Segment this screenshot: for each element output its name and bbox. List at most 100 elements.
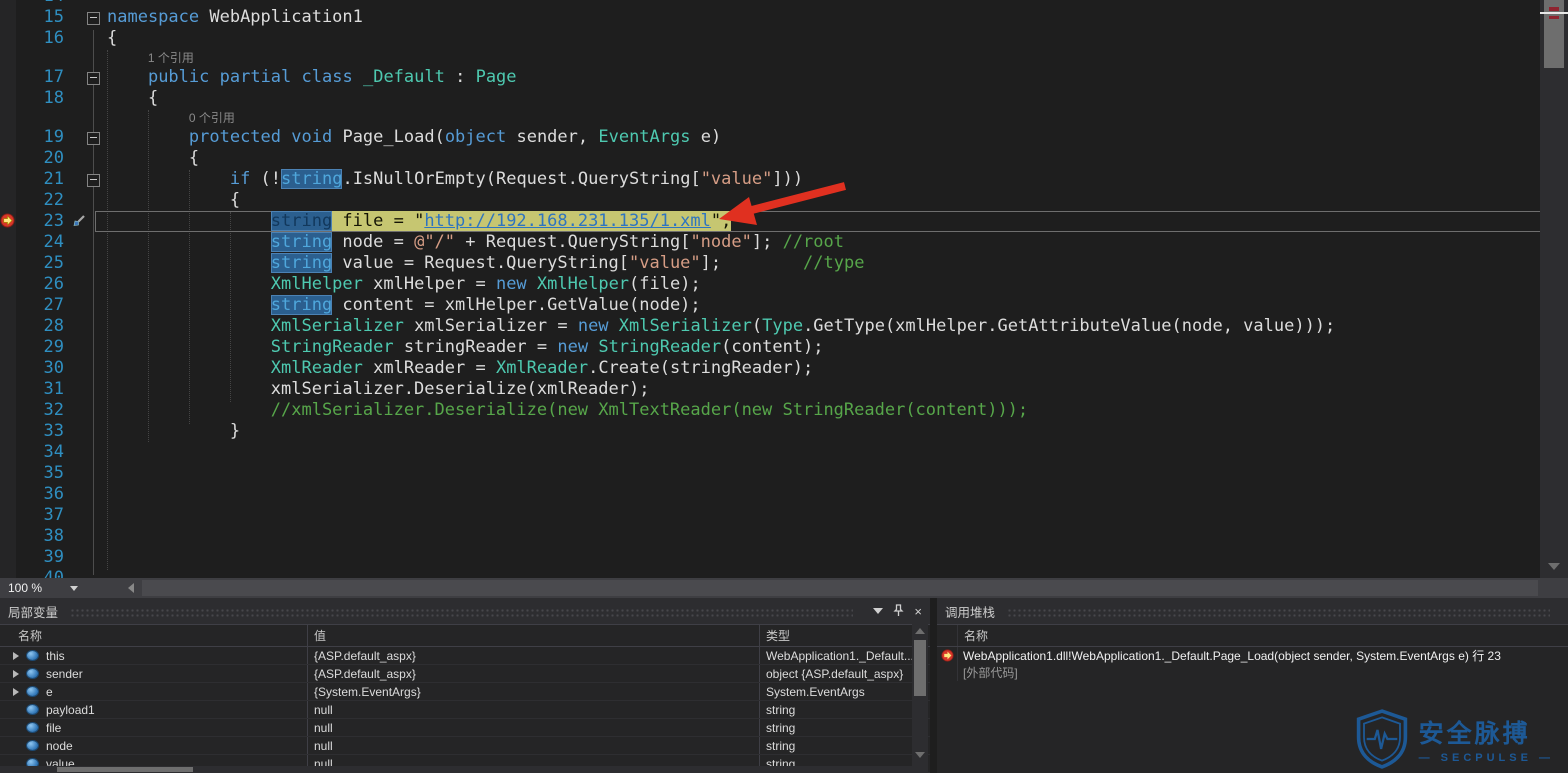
code-text: XmlHelper xmlHelper = new XmlHelper(file… — [107, 274, 701, 295]
zoom-dropdown[interactable]: 100 % — [0, 578, 118, 598]
frame-glyph-column — [937, 664, 958, 681]
callstack-panel: 调用堆栈 名称 WebApplication1.dll!WebApplicati… — [937, 598, 1568, 773]
variable-value[interactable]: null — [308, 701, 760, 718]
code-line[interactable]: 39 — [0, 547, 1540, 568]
column-header-name[interactable]: 名称 — [958, 627, 988, 644]
scrollbar-thumb[interactable] — [914, 640, 926, 696]
variable-value[interactable]: {System.EventArgs} — [308, 683, 760, 700]
line-number: 26 — [0, 274, 64, 295]
expand-icon[interactable] — [13, 670, 19, 678]
code-line[interactable]: 18 { — [0, 88, 1540, 109]
variable-row[interactable]: filenullstring — [0, 719, 930, 737]
stack-frame-row[interactable]: [外部代码] — [937, 664, 1568, 681]
code-text: string node = @"/" + Request.QueryString… — [107, 232, 844, 253]
variable-name-cell: e — [0, 683, 308, 700]
code-line[interactable]: 30 XmlReader xmlReader = XmlReader.Creat… — [0, 358, 1540, 379]
variable-row[interactable]: this{ASP.default_aspx}WebApplication1._D… — [0, 647, 930, 665]
codelens-references[interactable]: 0 个引用 — [189, 109, 235, 127]
chevron-down-icon[interactable] — [873, 608, 883, 614]
variable-row[interactable]: sender {ASP.default_aspx}object {ASP.defa… — [0, 665, 930, 683]
zoom-level: 100 % — [0, 581, 42, 595]
column-header-name[interactable]: 名称 — [0, 625, 308, 646]
code-line[interactable]: 21 if (!string.IsNullOrEmpty(Request.Que… — [0, 169, 1540, 190]
fold-marker-icon[interactable] — [87, 132, 100, 145]
frame-glyph-column — [937, 625, 958, 646]
code-line[interactable]: 14 — [0, 0, 1540, 7]
code-line[interactable]: 15namespace WebApplication1 — [0, 7, 1540, 28]
line-number: 39 — [0, 547, 64, 568]
fold-marker-icon[interactable] — [87, 72, 100, 85]
code-line[interactable]: 40 — [0, 568, 1540, 578]
pin-icon[interactable] — [893, 604, 904, 619]
fold-marker-icon[interactable] — [87, 12, 100, 25]
variable-value[interactable]: {ASP.default_aspx} — [308, 665, 760, 682]
column-header-value[interactable]: 值 — [308, 625, 760, 646]
variable-row[interactable]: payload1nullstring — [0, 701, 930, 719]
code-text: { — [107, 190, 240, 211]
close-icon[interactable]: × — [914, 605, 922, 618]
scrollbar-left-arrow[interactable] — [128, 583, 134, 593]
code-line[interactable]: 26 XmlHelper xmlHelper = new XmlHelper(f… — [0, 274, 1540, 295]
variable-value[interactable]: null — [308, 737, 760, 754]
variable-name: sender — [46, 667, 83, 681]
code-line[interactable]: 35 — [0, 463, 1540, 484]
locals-column-headers: 名称 值 类型 — [0, 624, 930, 647]
stack-frame-row[interactable]: WebApplication1.dll!WebApplication1._Def… — [937, 647, 1568, 664]
code-line[interactable]: 22 { — [0, 190, 1540, 211]
code-line[interactable]: 19 protected void Page_Load(object sende… — [0, 127, 1540, 148]
code-line[interactable]: 37 — [0, 505, 1540, 526]
code-line[interactable]: 17 public partial class _Default : Page — [0, 67, 1540, 88]
code-line[interactable]: 33 } — [0, 421, 1540, 442]
code-line[interactable]: 36 — [0, 484, 1540, 505]
code-line[interactable]: 34 — [0, 442, 1540, 463]
code-text: StringReader stringReader = new StringRe… — [107, 337, 824, 358]
scrollbar-breakpoint-marker — [1549, 16, 1559, 19]
code-line[interactable]: 27 string content = xmlHelper.GetValue(n… — [0, 295, 1540, 316]
codelens-references[interactable]: 1 个引用 — [148, 49, 194, 67]
code-line[interactable]: 32 //xmlSerializer.Deserialize(new XmlTe… — [0, 400, 1540, 421]
chevron-down-icon — [70, 586, 78, 591]
line-number: 37 — [0, 505, 64, 526]
code-line[interactable]: 23 string file = "http://192.168.231.135… — [0, 211, 1540, 232]
variable-name-cell: this — [0, 647, 308, 664]
code-line[interactable]: 28 XmlSerializer xmlSerializer = new Xml… — [0, 316, 1540, 337]
code-line[interactable]: 31 xmlSerializer.Deserialize(xmlReader); — [0, 379, 1540, 400]
expand-icon[interactable] — [13, 652, 19, 660]
code-line[interactable]: 29 StringReader stringReader = new Strin… — [0, 337, 1540, 358]
fold-marker-icon[interactable] — [87, 174, 100, 187]
variable-row[interactable]: e{System.EventArgs}System.EventArgs — [0, 683, 930, 701]
scrollbar-down-arrow[interactable] — [1548, 563, 1560, 570]
variable-value[interactable]: {ASP.default_aspx} — [308, 647, 760, 664]
locals-vertical-scrollbar[interactable] — [912, 624, 928, 773]
code-line[interactable]: 25 string value = Request.QueryString["v… — [0, 253, 1540, 274]
variable-value[interactable]: null — [308, 719, 760, 736]
code-line[interactable]: 16{ — [0, 28, 1540, 49]
variable-row[interactable]: nodenullstring — [0, 737, 930, 755]
code-line[interactable]: 24 string node = @"/" + Request.QueryStr… — [0, 232, 1540, 253]
locals-title-bar[interactable]: 局部变量 × — [0, 598, 930, 624]
line-number: 27 — [0, 295, 64, 316]
expand-icon[interactable] — [13, 688, 19, 696]
scrollbar-thumb[interactable] — [57, 767, 193, 772]
column-header-type[interactable]: 类型 — [760, 625, 930, 646]
code-line[interactable]: 20 { — [0, 148, 1540, 169]
breakpoint-current-line-icon[interactable] — [0, 213, 15, 234]
variable-name: payload1 — [46, 703, 95, 717]
line-number: 24 — [0, 232, 64, 253]
code-editor[interactable]: 1415namespace WebApplication116{1 个引用17 … — [0, 0, 1568, 578]
title-bar-texture — [1007, 608, 1550, 618]
editor-vertical-scrollbar[interactable] — [1540, 0, 1568, 578]
line-number: 21 — [0, 169, 64, 190]
horizontal-scrollbar-thumb[interactable] — [142, 580, 1538, 596]
variable-type: object {ASP.default_aspx} — [760, 665, 930, 682]
callstack-title-bar[interactable]: 调用堆栈 — [937, 598, 1568, 624]
panel-title: 调用堆栈 — [945, 602, 995, 621]
code-line[interactable]: 38 — [0, 526, 1540, 547]
scrollbar-down-arrow[interactable] — [915, 752, 925, 758]
locals-horizontal-scrollbar[interactable] — [0, 766, 912, 773]
line-number: 40 — [0, 568, 64, 578]
variable-name: e — [46, 685, 53, 699]
line-number: 30 — [0, 358, 64, 379]
codelens-row: 0 个引用 — [0, 109, 1540, 127]
scrollbar-up-arrow[interactable] — [915, 628, 925, 634]
